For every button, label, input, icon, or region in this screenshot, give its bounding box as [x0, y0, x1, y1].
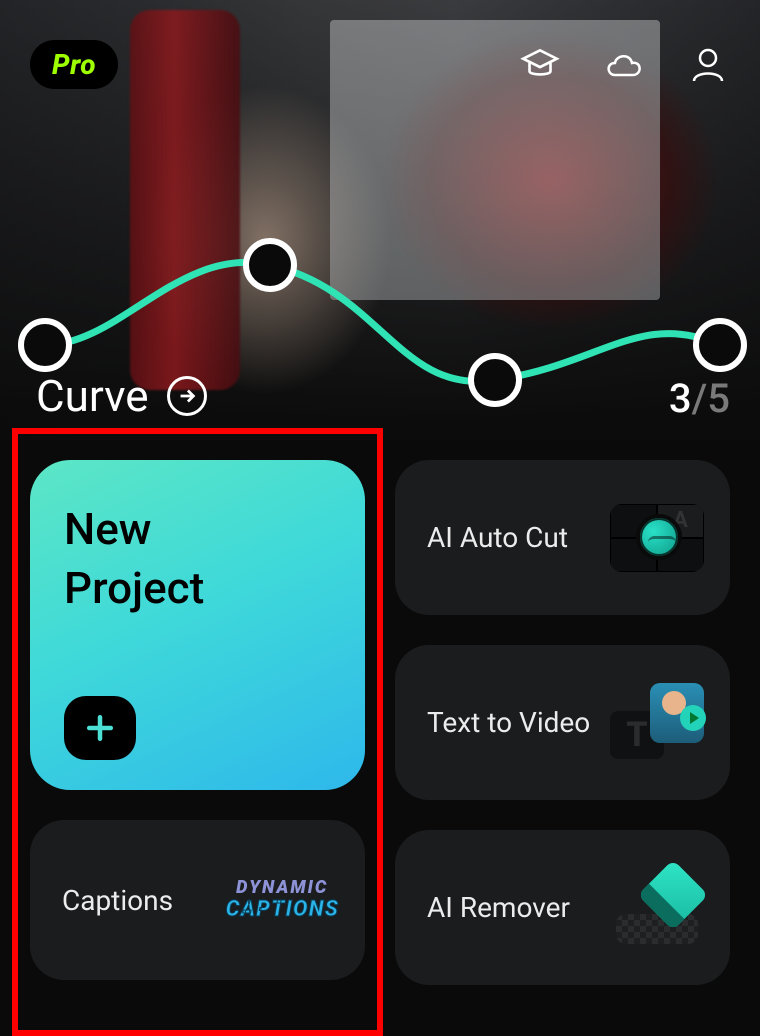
hero-banner: Pro: [0, 0, 760, 440]
text-to-video-icon: T: [610, 683, 704, 763]
ai-auto-cut-card[interactable]: AI Auto Cut A: [395, 460, 730, 615]
counter-total: /5: [692, 375, 730, 422]
new-project-card[interactable]: New Project: [30, 460, 365, 790]
cloud-icon[interactable]: [602, 43, 646, 87]
top-icons: [518, 43, 730, 87]
ai-remover-card[interactable]: AI Remover: [395, 830, 730, 985]
slide-counter: 3/5: [669, 375, 730, 422]
top-bar: Pro: [0, 0, 760, 89]
captions-card[interactable]: Captions DYNAMIC CAPTIONS: [30, 820, 365, 980]
arrow-right-icon[interactable]: [167, 376, 207, 416]
right-column: AI Auto Cut A Text to Video T AI Remover: [395, 460, 730, 1010]
plus-icon: [64, 696, 136, 760]
ai-auto-cut-label: AI Auto Cut: [427, 521, 568, 554]
ai-remover-icon: [610, 868, 704, 948]
text-to-video-card[interactable]: Text to Video T: [395, 645, 730, 800]
dynamic-captions-icon: DYNAMIC CAPTIONS: [226, 879, 339, 921]
new-project-label: New Project: [64, 500, 331, 619]
academy-icon[interactable]: [518, 43, 562, 87]
ai-remover-label: AI Remover: [427, 891, 570, 924]
ai-auto-cut-icon: A: [610, 498, 704, 578]
curve-label-row: Curve: [36, 370, 207, 422]
profile-icon[interactable]: [686, 43, 730, 87]
counter-current: 3: [669, 375, 692, 422]
text-to-video-label: Text to Video: [427, 706, 590, 739]
curve-label-text: Curve: [36, 370, 149, 422]
pro-badge[interactable]: Pro: [30, 40, 118, 89]
left-column: New Project Captions DYNAMIC CAPTIONS: [30, 460, 365, 1010]
cards-grid: New Project Captions DYNAMIC CAPTIONS AI…: [0, 460, 760, 1010]
captions-label: Captions: [62, 884, 173, 917]
